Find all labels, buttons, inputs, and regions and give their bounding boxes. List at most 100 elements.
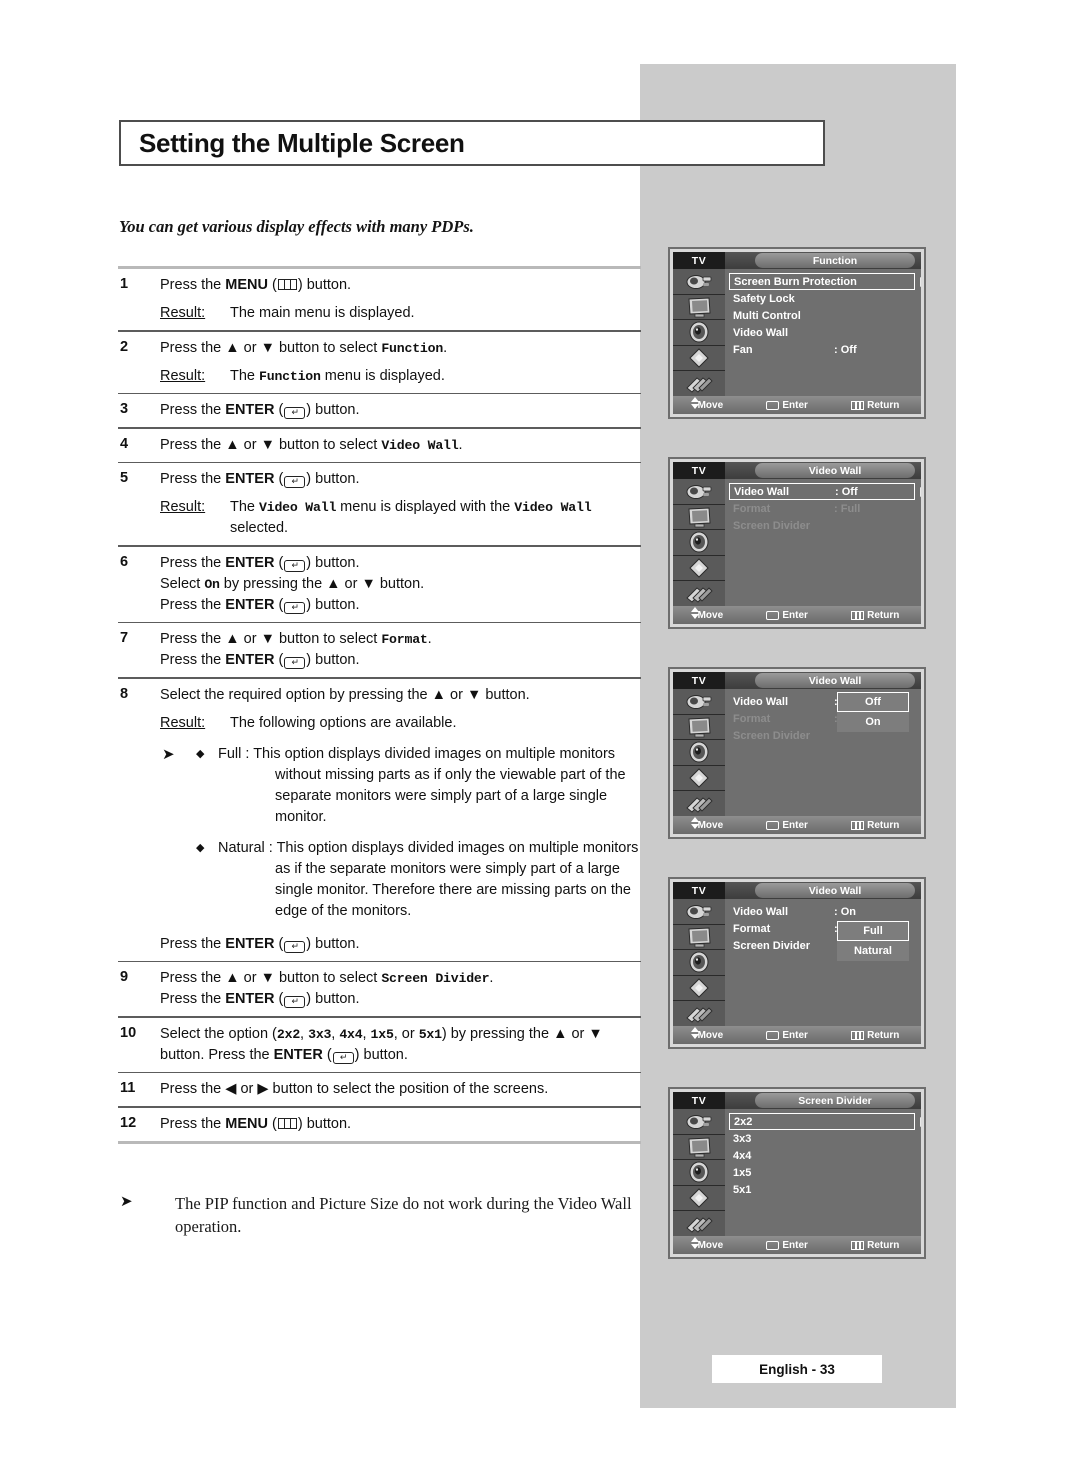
osd-menu-item[interactable]: 3x3 (729, 1130, 915, 1147)
osd-icon-rail (673, 479, 725, 606)
osd-item-value: : Off (834, 343, 857, 356)
osd-icon-rail (673, 1109, 725, 1236)
osd-screen: TV Video Wall Video Wall: Off Format: Full S… (673, 462, 921, 624)
setup-chip-icon[interactable] (673, 1186, 725, 1212)
step-line: Select On by pressing the ▲ or ▼ button. (160, 575, 425, 592)
osd-screen: TV Video Wall Video Wall: Format: Screen Div… (673, 672, 921, 834)
step-line: Press the MENU () button. (160, 1115, 352, 1132)
input-camera-icon[interactable] (673, 479, 725, 505)
osd-dropdown-option[interactable]: On (837, 712, 909, 732)
osd-item-label: Format (733, 712, 771, 725)
picture-tv-icon[interactable] (673, 295, 725, 321)
osd-source-label: TV (673, 672, 725, 689)
osd-dropdown-option[interactable]: Off (837, 692, 909, 712)
step-line: Press the ▲ or ▼ button to select Format… (160, 631, 432, 648)
result-label: Result: (160, 367, 206, 384)
osd-item-label: Format (733, 502, 771, 515)
osd-item-label: Video Wall (733, 326, 789, 339)
osd-item-label: Video Wall (733, 695, 789, 708)
osd-body: Video Wall: Off Format: Full Screen Divide… (673, 479, 921, 606)
osd-panel: TV Video Wall Video Wall: Format: Screen Div… (668, 667, 926, 839)
setup-chip-icon[interactable] (673, 766, 725, 792)
step-number: 1 (120, 276, 129, 292)
osd-menu-item[interactable]: Multi Control (729, 307, 915, 324)
osd-item-label: Format (733, 922, 771, 935)
page-subtitle: You can get various display effects with… (119, 217, 474, 236)
picture-tv-icon[interactable] (673, 505, 725, 531)
osd-screen: TV Function Screen Burn Protection Safety L… (673, 252, 921, 414)
input-camera-icon[interactable] (673, 1109, 725, 1135)
osd-dropdown[interactable]: Full Natural (837, 921, 909, 961)
osd-menu-item[interactable]: Video Wall: On (729, 903, 915, 920)
osd-item-list: Video Wall: Off Format: Full Screen Divide… (725, 479, 921, 606)
input-camera-icon[interactable] (673, 689, 725, 715)
step-row: 4 Press the ▲ or ▼ button to select Vide… (118, 429, 641, 462)
enter-key-icon (766, 820, 780, 830)
osd-panel: TV Function Screen Burn Protection Safety L… (668, 247, 926, 419)
step-result: Result: The Function menu is displayed. (160, 366, 641, 387)
function-cards-icon[interactable] (673, 1001, 725, 1026)
function-cards-icon[interactable] (673, 581, 725, 606)
step-row: 1 Press the MENU () button. Result: The ma… (118, 269, 641, 330)
osd-menu-item[interactable]: Video Wall (729, 324, 915, 341)
osd-footer-enter: Enter (766, 1030, 808, 1041)
osd-menu-item[interactable]: Screen Burn Protection (729, 273, 921, 290)
osd-dropdown[interactable]: Off On (837, 692, 909, 732)
input-camera-icon[interactable] (673, 269, 725, 295)
step-divider (118, 1140, 641, 1144)
osd-menu-item[interactable]: 4x4 (729, 1147, 915, 1164)
picture-tv-icon[interactable] (673, 715, 725, 741)
picture-tv-icon[interactable] (673, 1135, 725, 1161)
step-body: Press the ▲ or ▼ button to select Video … (160, 435, 641, 456)
osd-item-label: Screen Divider (733, 729, 811, 742)
sound-speaker-icon[interactable] (673, 1160, 725, 1186)
function-cards-icon[interactable] (673, 371, 725, 396)
input-camera-icon[interactable] (673, 899, 725, 925)
osd-body: Screen Burn Protection Safety Lock Multi C… (673, 269, 921, 396)
step-number: 10 (120, 1024, 137, 1041)
bullet-diamond-icon: ◆ (196, 841, 205, 854)
sound-speaker-icon[interactable] (673, 740, 725, 766)
step-body: Press the ◀ or ▶ button to select the po… (160, 1079, 641, 1100)
step-line: Press the ENTER (↵) button. (160, 991, 360, 1009)
osd-menu-item[interactable]: Video Wall: Off (729, 483, 921, 500)
osd-screen: TV Screen Divider 2x2 3x3 4x4 1x5 5x1 Move Enter… (673, 1092, 921, 1254)
osd-footer: Move Enter Return (673, 1236, 921, 1254)
function-cards-icon[interactable] (673, 1211, 725, 1236)
osd-menu-item[interactable]: 5x1 (729, 1181, 915, 1198)
step-number: 3 (120, 401, 129, 418)
enter-key-icon (766, 610, 780, 620)
setup-chip-icon[interactable] (673, 976, 725, 1002)
osd-footer-return: Return (851, 400, 899, 411)
function-cards-icon[interactable] (673, 791, 725, 816)
osd-menu-item[interactable]: Format: Full (729, 500, 915, 517)
osd-menu-item[interactable]: 2x2 (729, 1113, 921, 1130)
osd-body: 2x2 3x3 4x4 1x5 5x1 (673, 1109, 921, 1236)
osd-footer-enter: Enter (766, 610, 808, 621)
osd-menu-item[interactable]: Safety Lock (729, 290, 915, 307)
osd-footer-move: Move (690, 397, 724, 411)
osd-menu-item[interactable]: 1x5 (729, 1164, 915, 1181)
sound-speaker-icon[interactable] (673, 950, 725, 976)
step-number: 2 (120, 338, 129, 355)
step-number: 5 (120, 470, 129, 487)
final-note: ➤ The PIP function and Picture Size do n… (118, 1192, 641, 1238)
osd-menu-item[interactable]: Screen Divider (729, 517, 915, 534)
osd-topbar: TV Video Wall (673, 882, 921, 899)
step-line: Press the ENTER (↵) button. (160, 935, 360, 953)
osd-footer: Move Enter Return (673, 606, 921, 624)
step-body: Press the ▲ or ▼ button to select Screen… (160, 968, 641, 1010)
osd-dropdown-option[interactable]: Natural (837, 941, 909, 961)
step-body: Press the ▲ or ▼ button to select Format… (160, 629, 641, 671)
osd-menu-item[interactable]: Fan: Off (729, 341, 915, 358)
enter-key-icon: ↵ (284, 657, 306, 670)
setup-chip-icon[interactable] (673, 556, 725, 582)
picture-tv-icon[interactable] (673, 925, 725, 951)
setup-chip-icon[interactable] (673, 346, 725, 372)
sound-speaker-icon[interactable] (673, 320, 725, 346)
sound-speaker-icon[interactable] (673, 530, 725, 556)
osd-icon-rail (673, 899, 725, 1026)
osd-dropdown-option[interactable]: Full (837, 921, 909, 941)
osd-footer-enter: Enter (766, 1240, 808, 1251)
step-row: 2 Press the ▲ or ▼ button to select Func… (118, 332, 641, 393)
